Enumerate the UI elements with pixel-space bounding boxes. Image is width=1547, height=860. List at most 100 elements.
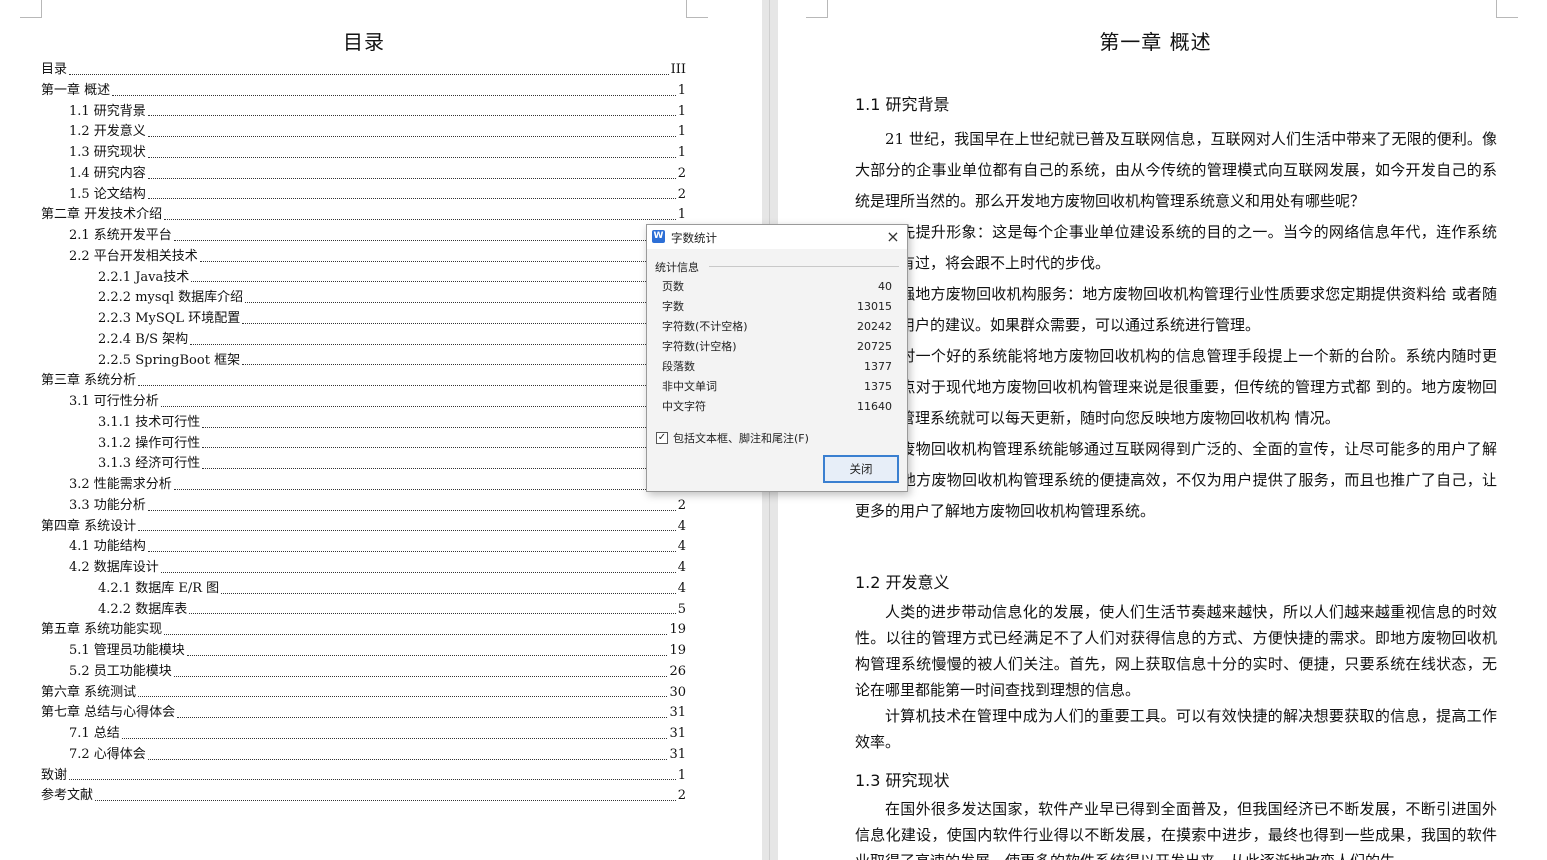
stat-label: 段落数 [662,360,695,373]
toc-entry-page: 1 [677,103,686,119]
stat-label: 页数 [662,280,684,293]
toc-leader-dots [160,571,676,573]
checkbox-label[interactable]: 包括文本框、脚注和尾注(F) [673,430,809,446]
dialog-title: 字数统计 [671,231,717,245]
toc-entry-page: 1 [677,145,686,160]
toc-entry[interactable]: 7.1 总结 31 [41,724,686,745]
toc-leader-dots [147,156,676,158]
toc-entry-page: 2 [677,186,686,202]
toc-leader-dots [164,219,676,220]
stat-value: 13015 [857,300,892,313]
toc-entry[interactable]: 第四章 系统设计 4 [41,517,686,538]
word-count-dialog[interactable]: W 字数统计 × 统计信息 页数 40 字数 13015 字符数(不计空格) 20242 字… [646,224,908,492]
toc-entry[interactable]: 3.1 可行性分析1 [41,392,686,413]
toc-entry-page: 2 [677,497,686,513]
toc-entry-text: 第五章 系统功能实现 [41,622,163,638]
toc-leader-dots [69,779,676,781]
toc-entry[interactable]: 目录 III [41,60,686,81]
toc-entry[interactable]: 第一章 概述 1 [41,81,686,102]
toc-entry[interactable]: 第五章 系统功能实现 19 [41,620,686,641]
toc-entry[interactable]: 3.2 性能需求分析2 [41,475,686,496]
toc-entry[interactable]: 第二章 开发技术介绍 1 [41,205,686,226]
toc-leader-dots [202,468,676,469]
toc-leader-dots [202,447,676,449]
toc-entry[interactable]: 4.2.1 数据库 E/R 图 4 [41,579,686,600]
toc-leader-dots [202,426,676,428]
section-body-1-1: 21 世纪，我国早在上世纪就已普及互联网信息，互联网对人们生活中带来了无限的便利… [855,124,1497,527]
toc-entry[interactable]: 1.1 研究背景 1 [41,102,686,123]
toc-entry-page: 19 [669,643,686,658]
toc-entry[interactable]: 3.1.1 技术可行性1 [41,413,686,434]
toc-entry[interactable]: 3.3 功能分析 2 [41,496,686,517]
toc-entry-text: 目录 [41,62,68,77]
toc-entry-page: 4 [677,539,686,555]
toc-entry-page: 1 [677,82,686,98]
stat-value: 1377 [864,360,892,373]
toc-entry[interactable]: 5.2 员工功能模块 26 [41,662,686,683]
dialog-titlebar[interactable]: W 字数统计 × [647,225,907,249]
toc-entry-text: 2.2.4 B/S 架构 [98,331,189,347]
toc-entry-text: 3.1.2 操作可行性 [98,435,201,451]
toc-entry-text: 3.1 可行性分析 [69,394,159,409]
toc-entry[interactable]: 第三章 系统分析1 [41,371,686,392]
toc-entry[interactable]: 致谢 1 [41,766,686,787]
toc-entry-page: 26 [669,663,686,679]
toc-entry[interactable]: 3.1.2 操作可行性1 [41,434,686,455]
stat-value: 1375 [864,380,892,393]
toc-entry[interactable]: 2.2.1 Java技术1 [41,268,686,289]
section-body-1-3: 在国外很多发达国家，软件产业早已得到全面普及，但我国经济已不断发展，不断引进国外… [855,796,1497,860]
toc-leader-dots [160,405,676,407]
toc-entry[interactable]: 4.2 数据库设计 4 [41,558,686,579]
toc-leader-dots [147,115,676,117]
toc-entry[interactable]: 4.1 功能结构 4 [41,537,686,558]
toc-entry[interactable]: 4.2.2 数据库表 5 [41,600,686,621]
include-textbox-footnotes-checkbox[interactable]: ✓ 包括文本框、脚注和尾注(F) [656,431,809,445]
checkbox-icon[interactable]: ✓ [656,432,668,444]
toc-entry-text: 4.2.2 数据库表 [98,601,188,617]
close-icon[interactable]: × [883,227,903,247]
toc-entry[interactable]: 2.2.5 SpringBoot 框架1 [41,351,686,372]
toc-entry-text: 1.4 研究内容 [69,165,146,181]
toc-entry[interactable]: 3.1.3 经济可行性1 [41,454,686,475]
toc-entry-page: 1 [677,207,686,223]
toc-entry[interactable]: 5.1 管理员功能模块 19 [41,641,686,662]
toc-entry-text: 3.2 性能需求分析 [69,477,172,492]
toc-entry[interactable]: 2.1 系统开发平台1 [41,226,686,247]
toc-entry[interactable]: 1.3 研究现状 1 [41,143,686,164]
toc-entry[interactable]: 1.5 论文结构 2 [41,185,686,206]
paragraph: 人类的进步带动信息化的发展，使人们生活节奏越来越快，所以人们越来越重视信息的时效… [855,603,1497,699]
toc-entry[interactable]: 2.2.2 mysql 数据库介绍1 [41,288,686,309]
toc-entry-text: 4.1 功能结构 [69,539,146,555]
toc-entry[interactable]: 2.2 平台开发相关技术1 [41,247,686,268]
toc-leader-dots [221,592,676,594]
paragraph: 21 世纪，我国早在上世纪就已普及互联网信息，互联网对人们生活中带来了无限的便利… [855,130,1497,210]
section-heading-1-1: 1.1 研究背景 [855,95,950,114]
toc-leader-dots [242,322,676,324]
toc-entry-text: 2.2 平台开发相关技术 [69,248,198,264]
toc-entry-page: 5 [677,601,686,617]
toc-entry[interactable]: 2.2.4 B/S 架构1 [41,330,686,351]
toc-entry-page: 4 [677,560,686,575]
toc-entry-page: 4 [677,580,686,596]
toc-entry[interactable]: 7.2 心得体会 31 [41,745,686,766]
toc-entry[interactable]: 2.2.3 MySQL 环境配置1 [41,309,686,330]
toc-entry[interactable]: 参考文献 2 [41,786,686,807]
toc-leader-dots [147,198,676,200]
toc-entry-text: 3.3 功能分析 [69,497,146,513]
toc-entry[interactable]: 1.2 开发意义 1 [41,122,686,143]
toc-entry[interactable]: 第七章 总结与心得体会 31 [41,703,686,724]
toc-entry-text: 1.3 研究现状 [69,145,146,160]
toc-entry-page: 31 [669,746,686,762]
toc-entry[interactable]: 第六章 系统测试 30 [41,683,686,704]
stat-label: 字符数(计空格) [662,340,737,353]
toc-entry[interactable]: 1.4 研究内容 2 [41,164,686,185]
toc-entry-text: 第七章 总结与心得体会 [41,705,176,721]
toc-leader-dots [147,758,668,760]
stat-row: 字符数(不计空格) 20242 [662,317,892,337]
close-button[interactable]: 关闭 [823,455,899,483]
toc-leader-dots [138,696,668,698]
toc-entry-text: 2.1 系统开发平台 [69,228,172,243]
toc-entry-text: 7.2 心得体会 [69,746,146,762]
stat-row: 字符数(计空格) 20725 [662,337,892,357]
chapter-title: 第一章 概述 [1099,30,1212,54]
